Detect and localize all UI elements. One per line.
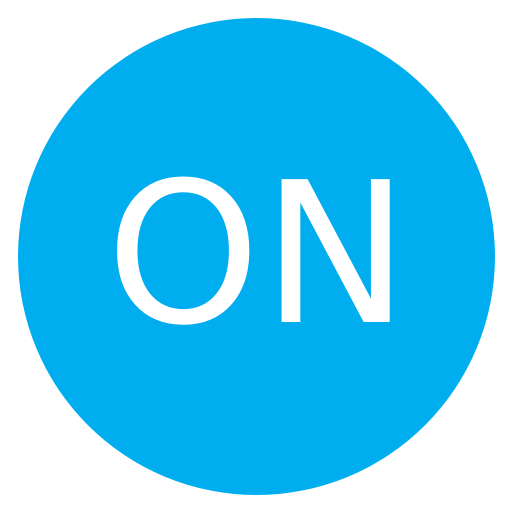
on-toggle-button[interactable]: ON bbox=[18, 18, 495, 495]
on-label: ON bbox=[106, 140, 411, 369]
canvas: ON bbox=[0, 0, 512, 512]
